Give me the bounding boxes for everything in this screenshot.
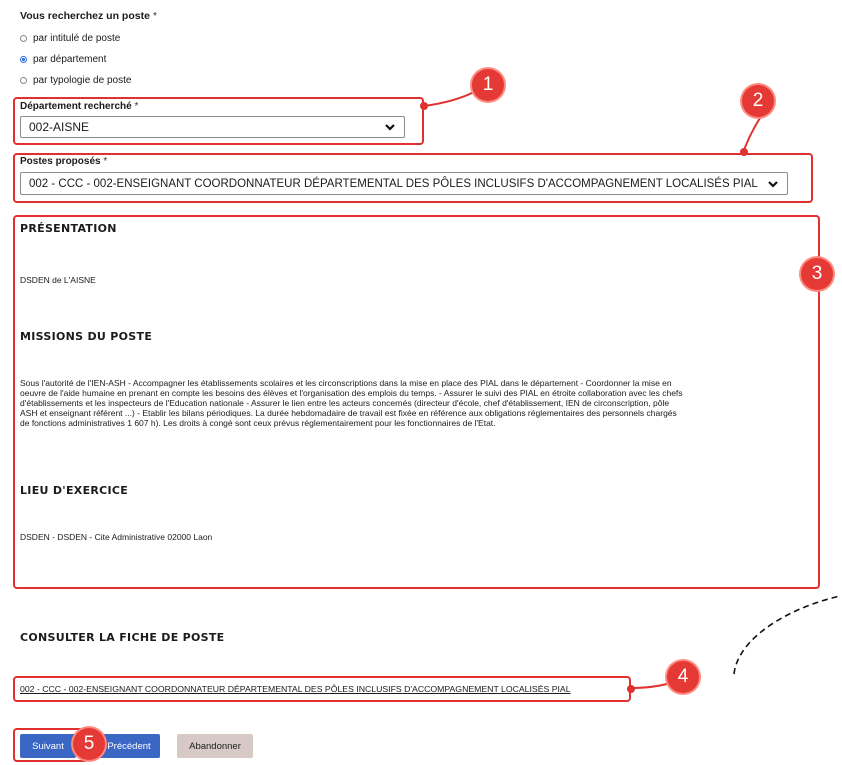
next-button[interactable]: Suivant [20,734,76,758]
dashed-arrow-icon [733,595,841,675]
department-select[interactable]: 002-AISNE [20,116,405,138]
radio-circle-selected[interactable] [20,56,27,63]
search-mode-label: Vous recherchez un poste * [20,10,157,22]
chevron-down-icon [768,180,778,188]
chevron-down-icon [385,124,395,131]
annotation-badge-3: 3 [801,258,833,290]
annotation-badge-1: 1 [472,69,504,101]
cancel-button[interactable]: Abandonner [177,734,253,758]
radio-by-title[interactable]: par intitulé de poste [20,33,120,44]
annotation-badge-4: 4 [667,661,699,693]
callout-line [744,117,761,151]
lieu-title: LIEU D'EXERCICE [20,484,129,497]
radio-circle[interactable] [20,35,27,42]
annotation-badge-2: 2 [742,85,774,117]
missions-title: MISSIONS DU POSTE [20,330,153,343]
fiche-link[interactable]: 002 - CCC - 002-ENSEIGNANT COORDONNATEUR… [20,684,571,694]
previous-button[interactable]: Précédent [98,734,160,758]
presentation-text: DSDEN de L'AISNE [20,275,96,285]
department-label: Département recherché * [20,101,139,112]
fiche-title: CONSULTER LA FICHE DE POSTE [20,631,225,644]
radio-by-type[interactable]: par typologie de poste [20,75,131,86]
postes-select[interactable]: 002 - CCC - 002-ENSEIGNANT COORDONNATEUR… [20,172,788,195]
presentation-title: PRÉSENTATION [20,222,117,235]
annotation-badge-5: 5 [73,728,105,760]
postes-label: Postes proposés * [20,156,108,167]
lieu-text: DSDEN - DSDEN - Cite Administrative 0200… [20,532,213,542]
callout-line [631,683,668,689]
missions-text: Sous l'autorité de l'IEN-ASH - Accompagn… [20,378,683,428]
radio-circle[interactable] [20,77,27,84]
radio-by-department[interactable]: par département [20,54,106,65]
